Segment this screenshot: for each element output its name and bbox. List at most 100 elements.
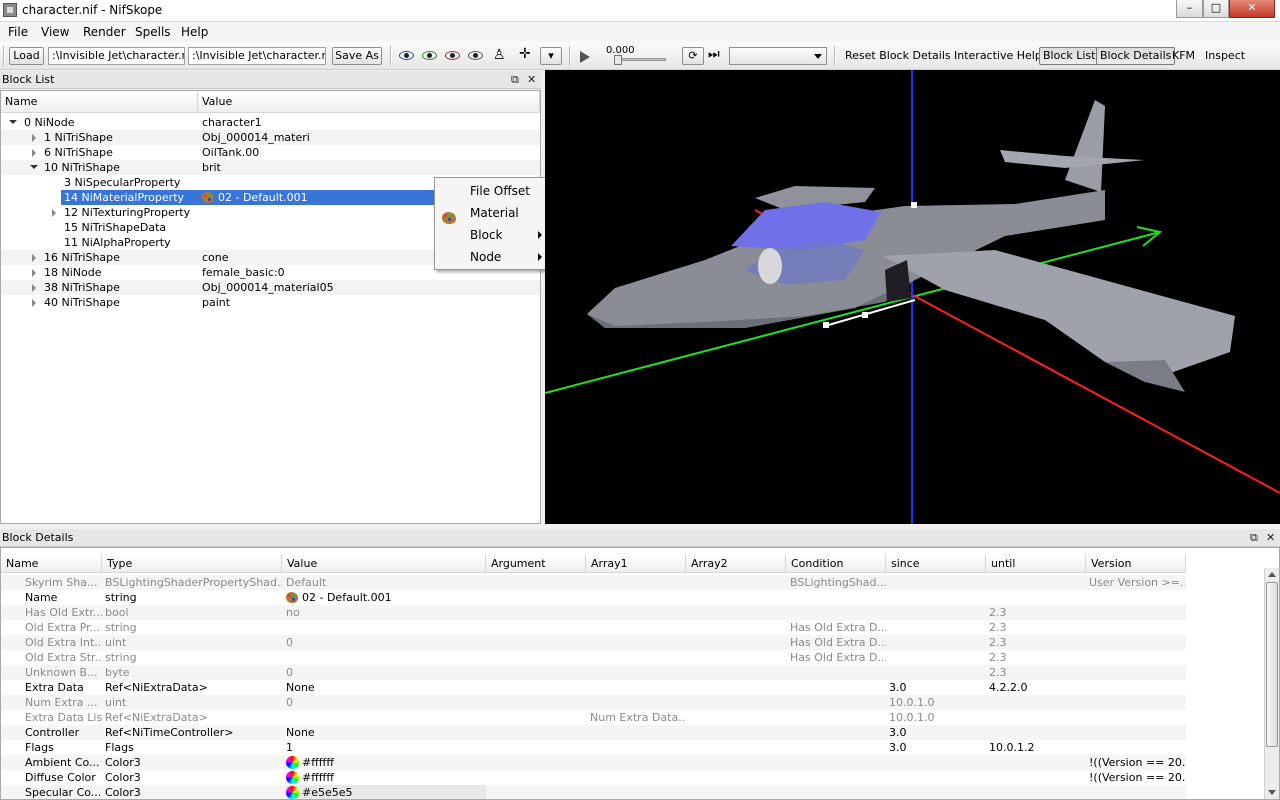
load-path-field[interactable]: :\Invisible Jet\character.nif — [48, 47, 185, 65]
minimize-button[interactable]: – — [1176, 0, 1203, 18]
column-header-until[interactable]: until — [986, 554, 1086, 573]
collapse-arrow-icon[interactable] — [30, 165, 38, 169]
detail-value[interactable]: #ffffff — [286, 755, 486, 770]
column-header-condition[interactable]: Condition — [786, 554, 886, 573]
float-dock-icon[interactable]: ⧉ — [1250, 529, 1258, 547]
color-wheel-icon[interactable] — [286, 786, 299, 799]
context-menu-block[interactable]: Block — [435, 224, 554, 246]
animation-select[interactable] — [729, 47, 827, 65]
walk-mode-icon[interactable]: ♙ — [493, 47, 506, 63]
kfm-toggle[interactable]: KFM — [1172, 49, 1195, 62]
menu-view[interactable]: View — [41, 25, 69, 39]
interactive-help-button[interactable]: Interactive Help — [954, 49, 1042, 62]
close-dock-icon[interactable]: ✕ — [527, 71, 536, 89]
detail-value[interactable]: None — [286, 680, 486, 695]
load-button[interactable]: Load — [9, 47, 44, 65]
detail-value[interactable]: 02 - Default.001 — [286, 590, 486, 605]
color-wheel-icon[interactable] — [286, 756, 299, 769]
menu-spells[interactable]: Spells — [135, 25, 171, 39]
expand-arrow-icon[interactable] — [52, 209, 56, 217]
reset-block-details-button[interactable]: Reset Block Details — [845, 49, 951, 62]
column-header-name[interactable]: Name — [1, 554, 102, 573]
detail-row[interactable]: Diffuse Color Color3 #ffffff !((Version == … — [1, 770, 1186, 785]
view-user-eye-icon[interactable] — [468, 51, 483, 60]
column-header-since[interactable]: since — [886, 554, 986, 573]
float-dock-icon[interactable]: ⧉ — [511, 71, 519, 89]
detail-value[interactable]: 1 — [286, 740, 486, 755]
column-header-value[interactable]: Value — [198, 91, 540, 113]
detail-row[interactable]: Num Extra ... uint 0 10.0.1.0 — [1, 695, 1186, 710]
tree-row[interactable]: 6 NiTriShape OilTank.00 — [1, 145, 540, 160]
detail-value[interactable]: #e5e5e5 — [286, 785, 486, 799]
play-icon[interactable] — [580, 51, 590, 63]
detail-value[interactable] — [286, 650, 486, 665]
maximize-button[interactable]: □ — [1203, 0, 1229, 18]
expand-arrow-icon[interactable] — [32, 254, 36, 262]
column-header-argument[interactable]: Argument — [486, 554, 586, 573]
column-header-type[interactable]: Type — [102, 554, 282, 573]
detail-row[interactable]: Name string 02 - Default.001 — [1, 590, 1186, 605]
view-side-eye-icon[interactable] — [445, 51, 460, 60]
detail-row[interactable]: Unknown B... byte 0 2.3 — [1, 665, 1186, 680]
detail-row[interactable]: Flags Flags 1 3.0 10.0.1.2 — [1, 740, 1186, 755]
detail-value[interactable]: 0 — [286, 635, 486, 650]
time-slider-handle[interactable] — [614, 55, 622, 65]
expand-arrow-icon[interactable] — [32, 299, 36, 307]
expand-arrow-icon[interactable] — [32, 149, 36, 157]
tree-row[interactable]: 40 NiTriShape paint — [1, 295, 540, 310]
context-menu-file-offset[interactable]: File Offset — [435, 180, 554, 202]
detail-row[interactable]: Has Old Extr... bool no 2.3 — [1, 605, 1186, 620]
detail-value[interactable] — [286, 710, 486, 725]
detail-row[interactable]: Specular Co... Color3 #e5e5e5 — [1, 785, 1186, 799]
column-header-name[interactable]: Name — [1, 91, 198, 113]
detail-value[interactable]: 0 — [286, 665, 486, 680]
block-list-tree[interactable]: Name Value 0 NiNode character1 1 NiTriSh… — [0, 90, 541, 524]
selection-handle[interactable] — [823, 322, 829, 328]
scroll-up-arrow-icon[interactable] — [1268, 572, 1276, 577]
save-path-field[interactable]: :\Invisible Jet\character.nif — [188, 47, 326, 65]
view-top-eye-icon[interactable] — [399, 51, 414, 60]
tree-row[interactable]: 0 NiNode character1 — [1, 115, 540, 130]
loop-animation-icon[interactable]: ⟳ — [682, 47, 704, 65]
detail-value[interactable] — [286, 620, 486, 635]
close-button[interactable]: ✕ — [1229, 0, 1275, 18]
inspect-toggle[interactable]: Inspect — [1205, 49, 1245, 62]
color-wheel-icon[interactable] — [286, 771, 299, 784]
menu-help[interactable]: Help — [181, 25, 208, 39]
detail-row[interactable]: Skyrim Sha... BSLightingShaderPropertySha… — [1, 575, 1186, 590]
tree-row[interactable]: 1 NiTriShape Obj_000014_materi — [1, 130, 540, 145]
detail-row[interactable]: Ambient Co... Color3 #ffffff !((Version == … — [1, 755, 1186, 770]
scrollbar-thumb[interactable] — [1266, 582, 1278, 747]
detail-value[interactable]: 0 — [286, 695, 486, 710]
column-header-version-condition[interactable]: Version Condition — [1086, 554, 1186, 589]
column-header-value[interactable]: Value — [282, 554, 486, 573]
expand-arrow-icon[interactable] — [32, 269, 36, 277]
selection-handle[interactable] — [911, 202, 917, 208]
block-details-table[interactable]: Name Type Value Argument Array1 Array2 C… — [0, 547, 1280, 800]
scroll-down-arrow-icon[interactable] — [1268, 790, 1276, 795]
block-details-toggle[interactable]: Block Details — [1096, 47, 1176, 65]
column-header-array2[interactable]: Array2 — [686, 554, 786, 573]
detail-row[interactable]: Extra Data List Ref<NiExtraData> Num Extra… — [1, 710, 1186, 725]
collapse-arrow-icon[interactable] — [9, 120, 17, 124]
detail-row[interactable]: Controller Ref<NiTimeController> None 3.0 — [1, 725, 1186, 740]
view-menu-dropdown-icon[interactable]: ▾ — [540, 47, 562, 65]
expand-arrow-icon[interactable] — [32, 284, 36, 292]
detail-value[interactable]: no — [286, 605, 486, 620]
axes-toggle-icon[interactable]: ✛ — [519, 46, 531, 62]
3d-viewport[interactable] — [545, 70, 1280, 524]
block-list-toggle[interactable]: Block List — [1039, 47, 1100, 65]
menu-render[interactable]: Render — [83, 25, 126, 39]
column-header-array1[interactable]: Array1 — [586, 554, 686, 573]
context-menu-material[interactable]: Material — [435, 202, 554, 224]
close-dock-icon[interactable]: ✕ — [1266, 529, 1275, 547]
switch-animation-icon[interactable]: ⏭ — [708, 47, 720, 62]
menu-file[interactable]: File — [8, 25, 28, 39]
detail-value[interactable]: #ffffff — [286, 770, 486, 785]
detail-row[interactable]: Old Extra Str... string Has Old Extra D...… — [1, 650, 1186, 665]
selection-handle[interactable] — [862, 312, 868, 318]
detail-value[interactable]: Default — [286, 575, 486, 590]
context-menu-node[interactable]: Node — [435, 246, 554, 268]
block-details-scrollbar[interactable] — [1264, 568, 1279, 799]
detail-row[interactable]: Extra Data Ref<NiExtraData> None 3.0 4.2.2.0 — [1, 680, 1186, 695]
